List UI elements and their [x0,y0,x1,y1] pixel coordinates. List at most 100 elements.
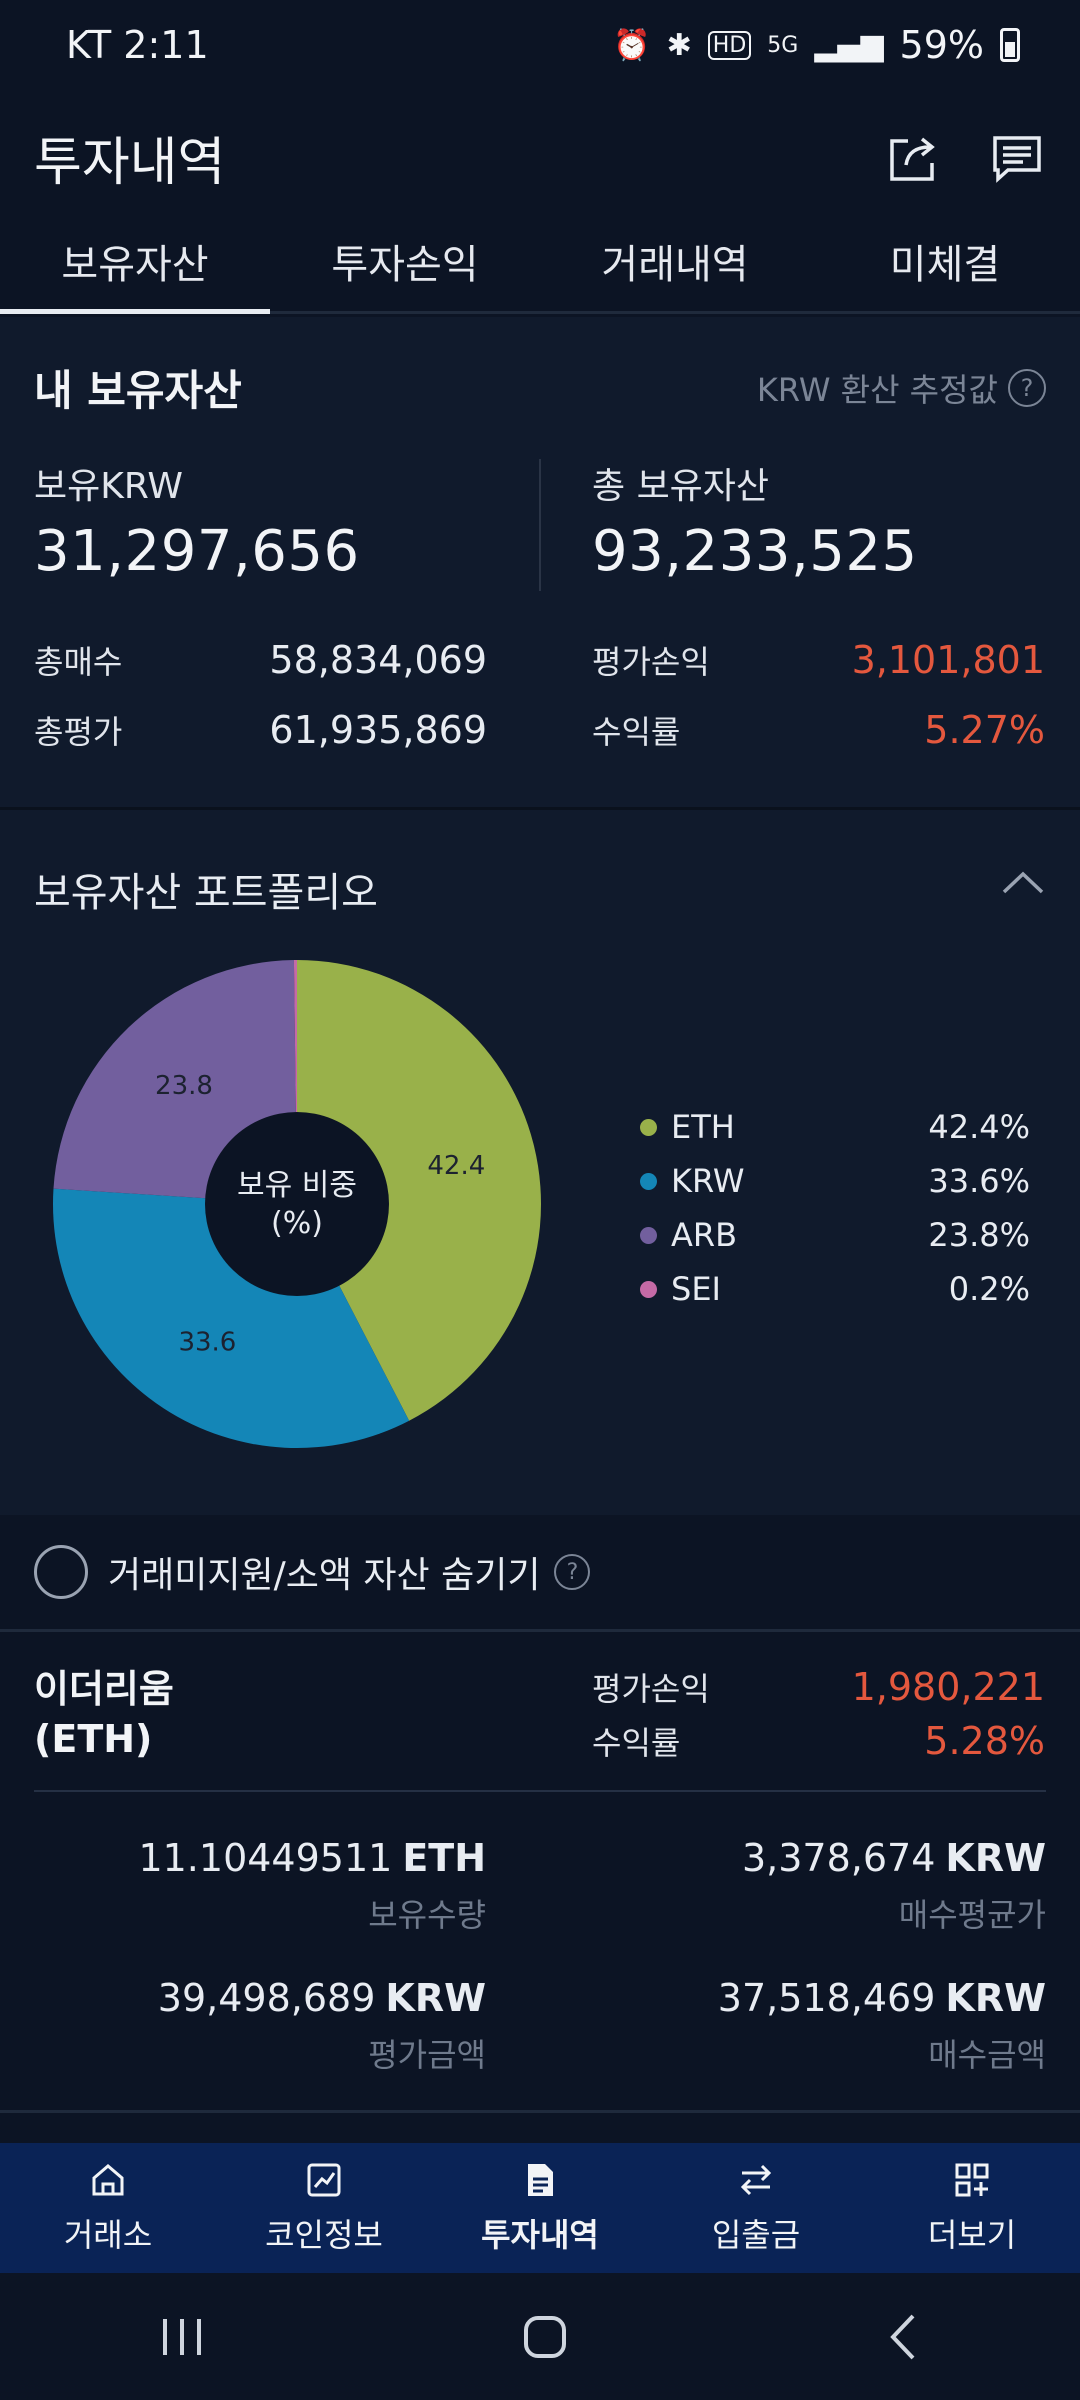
signal-icon: ▂▄▆ [814,27,884,63]
evaluation-amount-value: 39,498,689 [157,1976,376,2020]
legend-pct-arb: 23.8% [928,1216,1030,1254]
5g-icon: 5G [767,32,799,58]
coin-rate-label: 수익률 [592,1724,681,1762]
legend-pct-krw: 33.6% [928,1162,1030,1200]
coin-pl-value: 1,980,221 [851,1665,1045,1709]
holding-quantity-unit: ETH [402,1836,486,1880]
total-buy-label: 총매수 [34,643,123,681]
legend-item-krw: KRW 33.6% [640,1154,1030,1208]
evaluation-amount-unit: KRW [385,1976,486,2020]
evaluation-amount-label: 평가금액 [368,2036,486,2074]
battery-percent: 59% [899,23,984,67]
carrier: KT [66,23,112,67]
nav-exchange-label: 거래소 [63,2216,153,2254]
eval-pl-label: 평가손익 [592,643,710,681]
total-eval-row: 총평가 61,935,869 [34,707,487,753]
buy-amount-unit: KRW [945,1976,1046,2020]
app-bar: 투자내역 [0,90,1080,225]
document-icon [528,2164,553,2196]
legend-dot-eth [640,1118,657,1136]
holding-quantity-label: 보유수량 [368,1896,486,1934]
portfolio-panel: 보유자산 포트폴리오 보유 비중 (%) 42.4 33.6 23.8 ETH 42… [0,810,1080,1515]
my-assets-panel: 내 보유자산 KRW 환산 추정값 ? 보유KRW 31,297,656 총 보… [0,317,1080,807]
return-rate-value: 5.27% [924,708,1045,752]
share-icon [890,137,935,181]
eval-pl-value: 3,101,801 [851,638,1045,682]
nav-more-label: 더보기 [927,2216,1017,2254]
hide-small-assets-label: 거래미지원/소액 자산 숨기기 [108,1555,541,1596]
recent-apps-icon[interactable] [157,2315,207,2359]
nav-coin-info-label: 코인정보 [265,2216,383,2254]
vertical-divider [539,459,541,591]
return-rate-row: 수익률 5.27% [592,707,1045,753]
krw-estimate-label: KRW 환산 추정값 [756,370,998,409]
pie-label-eth: 42.4 [427,1151,485,1181]
buy-amount: 37,518,469 KRW 매수금액 [718,1976,1046,2076]
pie-center-hole [205,1112,389,1296]
coin-name: 이더리움 (ETH) [34,1664,174,1764]
system-navigation-bar [0,2273,1080,2400]
alarm-icon: ⏰ [613,27,651,63]
home-icon [92,2164,124,2196]
nav-deposit-withdraw[interactable]: 입출금 [648,2143,864,2273]
legend-name-sei: SEI [671,1270,721,1308]
page-title: 투자내역 [34,133,226,193]
grid-plus-icon [955,2163,989,2197]
my-assets-title: 내 보유자산 [34,366,242,415]
nav-coin-info[interactable]: 코인정보 [216,2143,432,2273]
holding-quantity: 11.10449511 ETH 보유수량 [138,1836,486,1936]
status-left: KT 2:11 [66,23,209,67]
help-icon[interactable]: ? [554,1554,591,1590]
average-buy-price: 3,378,674 KRW 매수평균가 [742,1836,1046,1936]
tab-transactions[interactable]: 거래내역 [540,210,810,311]
coin-name-korean: 이더리움 [34,1667,174,1711]
coin-rate-value: 5.28% [924,1719,1045,1763]
hd-icon: HD [707,30,752,60]
share-button[interactable] [884,129,942,187]
transfer-arrows-icon [740,2164,772,2196]
chat-icon [993,135,1041,183]
legend-item-eth: ETH 42.4% [640,1100,1030,1154]
eval-pl-row: 평가손익 3,101,801 [592,637,1045,683]
tab-unfilled[interactable]: 미체결 [810,210,1080,311]
legend-name-krw: KRW [671,1162,745,1200]
home-button-icon[interactable] [520,2312,570,2362]
evaluation-amount: 39,498,689 KRW 평가금액 [158,1976,486,2076]
clock: 2:11 [123,23,209,67]
coin-pl-row: 평가손익 1,980,221 [592,1664,1045,1710]
nav-more[interactable]: 더보기 [864,2143,1080,2273]
tab-holdings[interactable]: 보유자산 [0,210,270,314]
pie-center-label-line1: 보유 비중 [237,1168,357,1203]
hide-small-assets-row[interactable]: 거래미지원/소액 자산 숨기기 ? [0,1515,1080,1632]
nav-investments[interactable]: 투자내역 [432,2143,648,2273]
krw-holding: 보유KRW 31,297,656 [34,457,360,584]
hide-small-assets-radio[interactable] [34,1545,88,1599]
pie-label-krw: 33.6 [178,1327,236,1357]
tab-profit-loss[interactable]: 투자손익 [270,210,540,311]
portfolio-legend: ETH 42.4% KRW 33.6% ARB 23.8% SEI 0.2% [640,1100,1030,1316]
legend-pct-sei: 0.2% [948,1270,1030,1308]
legend-dot-sei [640,1280,657,1298]
status-bar: KT 2:11 ⏰ ✱ HD 5G ▂▄▆ 59% [0,0,1080,90]
nav-exchange[interactable]: 거래소 [0,2143,216,2273]
back-icon[interactable] [883,2312,923,2362]
legend-item-arb: ARB 23.8% [640,1208,1030,1262]
total-buy-value: 58,834,069 [269,638,487,682]
coin-rate-row: 수익률 5.28% [592,1718,1045,1764]
help-icon[interactable]: ? [1008,368,1046,407]
pie-center-label-line2: (%) [271,1206,323,1241]
bluetooth-icon: ✱ [666,27,692,63]
krw-holding-value: 31,297,656 [34,519,360,584]
nav-investments-label: 투자내역 [481,2216,599,2254]
bottom-navigation: 거래소 코인정보 투자내역 입출금 더보기 [0,2143,1080,2273]
pie-label-arb: 23.8 [155,1071,213,1101]
tab-bar: 보유자산 투자손익 거래내역 미체결 [0,210,1080,314]
legend-name-arb: ARB [671,1216,738,1254]
chevron-up-icon[interactable] [1000,862,1046,902]
average-buy-price-label: 매수평균가 [898,1896,1046,1934]
legend-item-sei: SEI 0.2% [640,1262,1030,1316]
holding-card-eth[interactable]: 이더리움 (ETH) 평가손익 1,980,221 수익률 5.28% 11.1… [0,1634,1080,2114]
total-assets-label: 총 보유자산 [592,466,770,507]
app-bar-actions [884,129,1046,187]
chat-button[interactable] [988,129,1046,187]
